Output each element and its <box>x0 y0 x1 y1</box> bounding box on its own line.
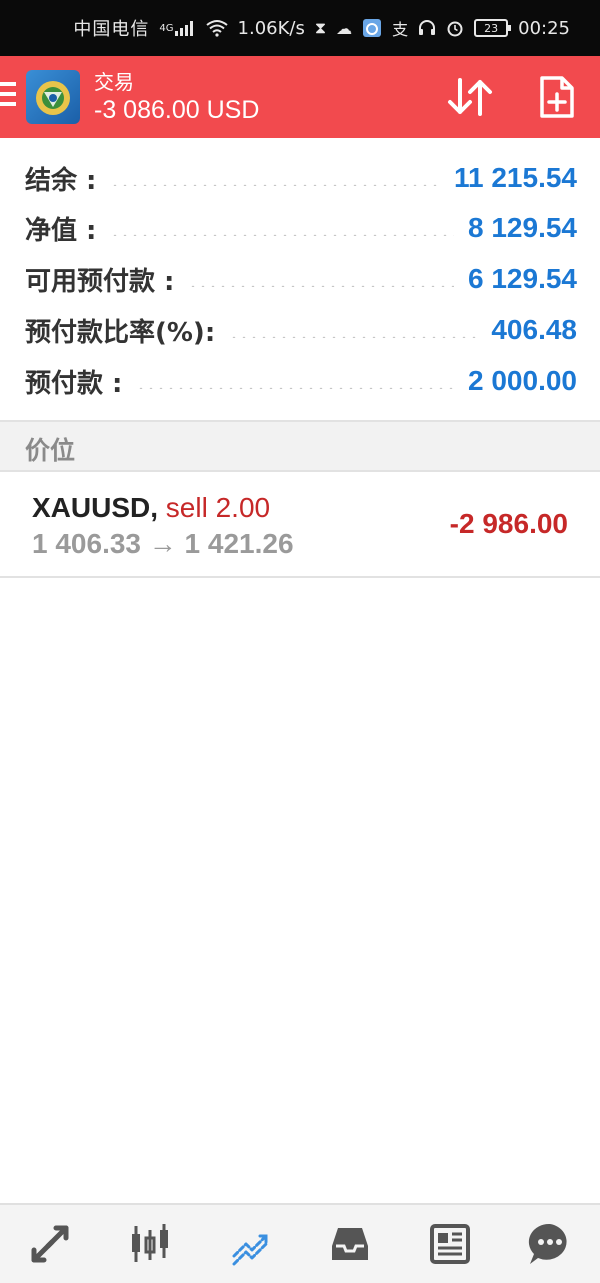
battery-level: 23 <box>484 21 499 35</box>
equity-label: 净值 : <box>25 215 97 246</box>
new-order-button[interactable] <box>534 74 578 120</box>
nav-quotes[interactable] <box>20 1214 80 1274</box>
balance-value: 11 215.54 <box>453 162 577 193</box>
margin-level-value: 406.48 <box>491 314 577 345</box>
cloud-icon: ☁ <box>336 18 353 38</box>
section-title: 价位 <box>25 436 76 465</box>
alipay-icon: 支 <box>392 20 409 39</box>
metatrader-logo-icon <box>36 81 70 115</box>
status-bar: 中国电信 4G 1.06K/s ⧗ ☁ 支 23 00:25 <box>0 0 600 56</box>
position-prices: 1 406.33 → 1 421.26 <box>32 528 294 559</box>
margin-level-row: 预付款比率(%): 406.48 <box>25 305 577 355</box>
clock: 00:25 <box>518 17 570 39</box>
dotted-leader <box>229 336 478 338</box>
free-margin-value: 6 129.54 <box>468 263 577 294</box>
margin-row: 预付款 : 2 000.00 <box>25 356 577 406</box>
messages-icon <box>528 1223 567 1264</box>
dotted-leader <box>110 184 440 186</box>
nav-trade[interactable] <box>220 1214 280 1274</box>
quotes-icon <box>31 1225 69 1263</box>
total-profit: -3 086.00 USD <box>94 96 260 124</box>
network-type: 4G <box>159 22 174 34</box>
margin-level-label: 预付款比率(%): <box>25 317 216 348</box>
position-row[interactable]: XAUUSD, sell 2.00 1 406.33 → 1 421.26 -2… <box>0 472 600 578</box>
nav-chart[interactable] <box>120 1214 180 1274</box>
battery-icon: 23 <box>474 19 512 37</box>
menu-icon[interactable] <box>0 82 18 108</box>
carrier-name: 中国电信 <box>73 19 150 40</box>
trade-icon <box>232 1234 268 1266</box>
chart-icon <box>132 1224 168 1262</box>
sort-button[interactable] <box>444 74 496 120</box>
balance-row: 结余 : 11 215.54 <box>25 153 577 203</box>
app-notification-icon <box>362 18 382 38</box>
margin-value: 2 000.00 <box>468 365 577 396</box>
nav-history[interactable] <box>320 1214 380 1274</box>
alarm-icon <box>446 19 464 37</box>
position-header: XAUUSD, sell 2.00 <box>32 492 270 524</box>
margin-label: 预付款 : <box>25 368 123 399</box>
page-title: 交易 <box>94 70 134 94</box>
history-icon <box>332 1228 368 1260</box>
position-symbol: XAUUSD, <box>32 492 159 523</box>
positions-section-header: 价位 <box>0 422 600 472</box>
sort-arrows-icon <box>448 78 492 116</box>
dotted-leader <box>136 387 454 389</box>
add-document-icon <box>540 76 574 118</box>
equity-row: 净值 : 8 129.54 <box>25 203 577 253</box>
bottom-nav <box>0 1203 600 1283</box>
app-logo[interactable] <box>26 70 80 124</box>
dotted-leader <box>188 285 454 287</box>
wifi-icon <box>205 19 228 37</box>
network-speed: 1.06K/s <box>237 17 305 39</box>
free-margin-label: 可用预付款 : <box>25 266 175 297</box>
equity-value: 8 129.54 <box>468 212 577 243</box>
headset-icon <box>418 19 436 37</box>
position-profit: -2 986.00 <box>449 508 568 539</box>
news-icon <box>430 1224 470 1264</box>
app-bar: 交易 -3 086.00 USD <box>0 56 600 138</box>
dotted-leader <box>110 234 454 236</box>
hourglass-icon: ⧗ <box>314 18 327 37</box>
free-margin-row: 可用预付款 : 6 129.54 <box>25 254 577 304</box>
network-type-icon: 4G <box>159 20 195 36</box>
position-side: sell 2.00 <box>165 492 271 523</box>
nav-messages[interactable] <box>520 1214 580 1274</box>
nav-news[interactable] <box>420 1214 480 1274</box>
balance-label: 结余 : <box>25 165 97 196</box>
